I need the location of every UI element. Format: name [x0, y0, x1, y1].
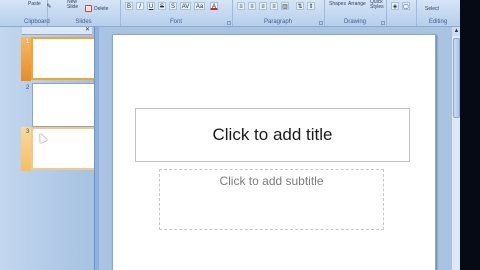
slides-group: New Slide Delete Slides	[47, 0, 121, 26]
slide-thumbnail-preview	[32, 83, 96, 127]
slide-thumbnail-3[interactable]: 3	[21, 127, 96, 171]
slide-thumbnail-preview	[31, 37, 96, 80]
effects-group: ◈ ▢	[386, 0, 417, 26]
window-edge	[460, 0, 480, 270]
clipboard-group: Paste ✎ Clipboard	[0, 0, 52, 26]
underline-icon[interactable]: U	[147, 2, 155, 10]
drawing-label: Drawing	[343, 19, 366, 25]
slide-number: 2	[26, 85, 30, 91]
paragraph-label: Paragraph	[263, 19, 293, 25]
scrollbar-thumb[interactable]	[453, 38, 460, 118]
pane-tabs: ✕	[22, 27, 92, 35]
italic-icon[interactable]: I	[136, 2, 144, 10]
delete-icon	[85, 5, 92, 12]
ribbon: Paste ✎ Clipboard New Slide Delete Slide…	[0, 0, 480, 27]
editing-label: Editing	[428, 19, 448, 25]
quick-styles-button[interactable]: Quick Styles	[370, 0, 384, 10]
align-right-icon[interactable]: ≡	[259, 2, 267, 10]
shapes-button[interactable]: Shapes	[329, 1, 346, 7]
text-direction-icon[interactable]: ⇅	[296, 2, 304, 10]
justify-icon[interactable]: ≡	[270, 2, 278, 10]
editing-group: Select Editing	[416, 0, 460, 26]
align-center-icon[interactable]: ≡	[248, 2, 256, 10]
shadow-icon[interactable]: S	[169, 2, 177, 10]
slides-pane: ✕ 1 2 3	[0, 27, 96, 270]
slide-thumbnail-2[interactable]: 2	[22, 83, 96, 127]
slide-number: 1	[26, 39, 30, 45]
char-spacing-icon[interactable]: AV	[180, 2, 191, 10]
select-button[interactable]: Select	[425, 6, 439, 12]
clipboard-label: Clipboard	[24, 19, 50, 25]
slide-editing-area: Click to add title Click to add subtitle	[99, 27, 451, 270]
slides-label: Slides	[75, 19, 92, 25]
bold-icon[interactable]: B	[125, 2, 133, 10]
delete-button[interactable]: Delete	[94, 6, 108, 12]
new-slide-button[interactable]: New Slide	[67, 0, 83, 10]
shape-outline-icon[interactable]: ▢	[402, 2, 410, 10]
font-label: Font	[169, 19, 182, 25]
change-case-icon[interactable]: Aa	[194, 2, 205, 10]
font-group: B I U S S AV Aa A Font	[120, 0, 233, 26]
paste-button[interactable]: Paste	[28, 1, 41, 7]
shape-fill-icon[interactable]: ◈	[391, 2, 399, 10]
align-text-icon[interactable]: ⇕	[307, 2, 315, 10]
drawing-group: Shapes Arrange Quick Styles Drawing	[324, 0, 387, 26]
strikethrough-icon[interactable]: S	[158, 2, 166, 10]
font-color-icon[interactable]: A	[210, 2, 218, 10]
arrange-button[interactable]: Arrange	[348, 1, 366, 7]
title-placeholder[interactable]: Click to add title	[135, 108, 410, 162]
columns-icon[interactable]: ▥	[281, 2, 289, 10]
slide-number: 3	[26, 129, 30, 135]
align-left-icon[interactable]: ≡	[237, 2, 245, 10]
paragraph-group: ≡ ≡ ≡ ≡ ▥ ⇅ ⇕ Paragraph	[232, 0, 325, 26]
slide-thumbnail-1[interactable]: 1	[21, 37, 96, 81]
subtitle-placeholder[interactable]: Click to add subtitle	[159, 169, 384, 230]
powerpoint-window: Paste ✎ Clipboard New Slide Delete Slide…	[0, 0, 480, 270]
close-icon[interactable]: ✕	[85, 26, 90, 33]
slide-canvas[interactable]: Click to add title Click to add subtitle	[112, 34, 436, 270]
